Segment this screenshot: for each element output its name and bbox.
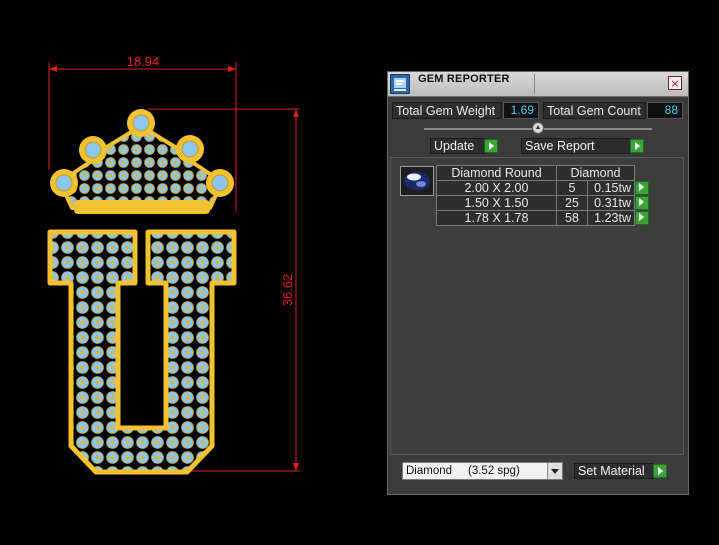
row-weight: 0.31tw (587, 195, 635, 211)
row-weight: 0.15tw (587, 180, 635, 196)
update-button[interactable]: Update (430, 138, 485, 154)
header-shape: Diamond Round (436, 165, 557, 181)
total-gem-weight-value: 1.69 (503, 102, 539, 119)
close-icon[interactable]: × (668, 76, 682, 90)
header-material: Diamond (556, 165, 635, 181)
gem-table-header: Diamond Round Diamond (436, 165, 650, 181)
row-select-play-arrow-icon[interactable] (635, 211, 649, 225)
row-count: 58 (556, 210, 588, 226)
total-gem-count-label: Total Gem Count (543, 102, 646, 119)
row-size: 1.78 X 1.78 (436, 210, 557, 226)
save-report-button[interactable]: Save Report (521, 138, 631, 154)
row-count: 5 (556, 180, 588, 196)
jewelry-model-drawing: 18.94 36.62 (47, 54, 300, 475)
panel-titlebar[interactable]: GEM REPORTER × (388, 72, 688, 97)
gem-list-area: Diamond Round Diamond 2.00 X 2.00 5 0.15… (390, 157, 684, 455)
table-row: 1.50 X 1.50 25 0.31tw (436, 195, 650, 211)
row-size: 2.00 X 2.00 (436, 180, 557, 196)
dimension-width-label: 18.94 (127, 54, 160, 69)
set-material-button[interactable]: Set Material (574, 463, 654, 479)
gem-reporter-app-icon (390, 74, 410, 94)
diamond-gem-thumbnail (400, 166, 434, 196)
row-weight: 1.23tw (587, 210, 635, 226)
gem-table: Diamond Round Diamond 2.00 X 2.00 5 0.15… (436, 165, 650, 226)
letter-u-shape (47, 229, 237, 475)
gem-reporter-panel: GEM REPORTER × Total Gem Weight 1.69 Tot… (387, 71, 689, 495)
material-bar: Diamond (3.52 spg) Set Material (388, 455, 688, 494)
total-gem-count-value: 88 (647, 102, 683, 119)
table-row: 2.00 X 2.00 5 0.15tw (436, 180, 650, 196)
row-count: 25 (556, 195, 588, 211)
row-select-play-arrow-icon[interactable] (635, 181, 649, 195)
table-row: 1.78 X 1.78 58 1.23tw (436, 210, 650, 226)
cad-viewport[interactable]: 18.94 36.62 (0, 0, 380, 541)
material-select-value: Diamond (3.52 spg) (406, 465, 520, 477)
dimension-height-label: 36.62 (280, 274, 295, 307)
title-separator (534, 74, 535, 94)
set-material-play-arrow-icon[interactable] (653, 464, 667, 478)
panel-title: GEM REPORTER (418, 73, 510, 85)
crown-shape (50, 109, 234, 214)
row-select-play-arrow-icon[interactable] (635, 196, 649, 210)
total-gem-weight-label: Total Gem Weight (392, 102, 502, 119)
update-play-arrow-icon[interactable] (484, 139, 498, 153)
save-report-play-arrow-icon[interactable] (630, 139, 644, 153)
dropdown-arrow-icon[interactable] (547, 463, 562, 479)
material-select[interactable]: Diamond (3.52 spg) (402, 462, 563, 480)
row-size: 1.50 X 1.50 (436, 195, 557, 211)
slider-knob-icon[interactable] (532, 122, 544, 134)
